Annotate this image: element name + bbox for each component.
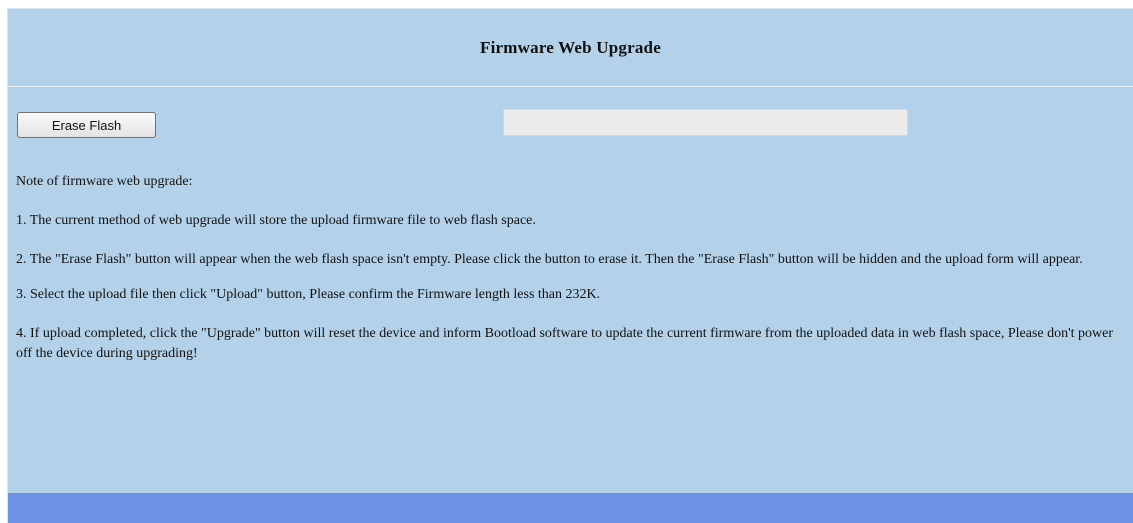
notes-intro: Note of firmware web upgrade:	[16, 174, 193, 189]
footer-bar	[8, 493, 1133, 523]
page-title: Firmware Web Upgrade	[480, 37, 661, 57]
note-item-1: 1. The current method of web upgrade wil…	[16, 213, 536, 228]
page-header: Firmware Web Upgrade	[8, 9, 1133, 87]
upgrade-notes: Note of firmware web upgrade: 1. The cur…	[16, 172, 1116, 383]
upgrade-page: Firmware Web Upgrade Erase Flash Note of…	[8, 9, 1133, 523]
controls-row: Erase Flash	[8, 109, 1133, 149]
note-item-3: 3. Select the upload file then click "Up…	[16, 287, 601, 302]
erase-flash-button[interactable]: Erase Flash	[17, 112, 156, 138]
note-item-4: 4. If upload completed, click the "Upgra…	[16, 326, 1114, 361]
note-item-2: 2. The "Erase Flash" button will appear …	[16, 252, 1083, 267]
progress-bar	[503, 109, 908, 136]
